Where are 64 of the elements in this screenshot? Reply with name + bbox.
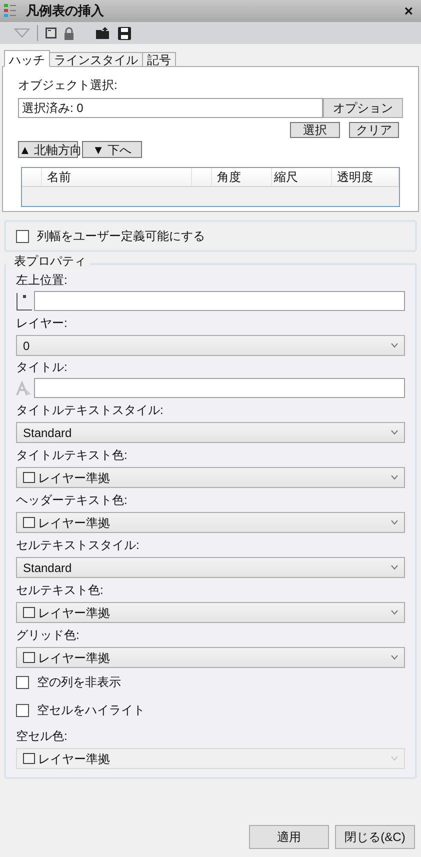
checkbox[interactable]	[16, 230, 29, 242]
checkbox-label: 空の列を非表示	[37, 674, 121, 691]
close-button[interactable]: ×	[400, 4, 417, 18]
dropdown[interactable]: 0	[16, 335, 405, 356]
color-swatch	[23, 753, 35, 764]
chevron-icon	[391, 756, 398, 761]
save-icon[interactable]	[118, 26, 131, 40]
checkbox[interactable]	[16, 704, 29, 716]
field-label: ヘッダーテキスト色:	[16, 492, 128, 509]
field-label: タイトルテキストスタイル:	[16, 402, 164, 419]
lock-icon[interactable]	[64, 26, 74, 40]
app-icon	[4, 3, 16, 19]
selection-count-field: 選択済み: 0	[18, 98, 323, 118]
column-header: 透明度	[332, 168, 399, 186]
field-label: オブジェクト選択:	[18, 77, 118, 94]
checkbox-label: 空セルをハイライト	[37, 702, 145, 719]
action-button[interactable]: 選択	[290, 122, 340, 138]
field-label: セルテキスト色:	[16, 582, 104, 599]
chevron-icon	[391, 565, 398, 570]
tab[interactable]: ラインスタイル	[49, 52, 143, 67]
dropdown[interactable]: レイヤー準拠	[16, 467, 405, 488]
dropdown[interactable]: レイヤー準拠	[16, 647, 405, 668]
footer-button[interactable]: 適用	[249, 824, 329, 848]
dropdown[interactable]: レイヤー準拠	[16, 602, 405, 623]
field-label: セルテキストスタイル:	[16, 537, 140, 554]
chevron-icon	[391, 430, 398, 435]
move-button[interactable]: ▼ 下へ	[82, 141, 142, 158]
dropdown[interactable]: Standard	[16, 422, 405, 443]
checkbox-label: 列幅をユーザー定義可能にする	[37, 228, 205, 245]
field-label: 空セル色:	[16, 728, 68, 745]
field-label: レイヤー:	[16, 315, 68, 332]
chevron-icon	[391, 475, 398, 480]
column-header: 名前	[42, 168, 192, 186]
tab[interactable]: 記号	[142, 52, 176, 67]
chevron-icon	[391, 343, 398, 348]
column-header: 角度	[212, 168, 272, 186]
dropdown[interactable]: Standard	[16, 557, 405, 578]
checkbox[interactable]	[16, 676, 29, 688]
footer-button[interactable]: 閉じる(&C)	[335, 824, 415, 848]
color-swatch	[23, 607, 35, 618]
chevron-icon	[391, 655, 398, 660]
chevron-icon	[391, 520, 398, 525]
tab[interactable]: ハッチ	[4, 50, 50, 67]
window-icon[interactable]	[45, 27, 57, 39]
window-title: 凡例表の挿入	[26, 2, 105, 20]
column-header: 縮尺	[272, 168, 332, 186]
color-swatch	[23, 517, 35, 528]
field-label: タイトル:	[16, 359, 68, 376]
move-button[interactable]: ▲ 北軸方向	[18, 141, 78, 158]
field-label: グリッド色:	[16, 627, 80, 644]
dropdown[interactable]: レイヤー準拠	[16, 512, 405, 533]
option-button[interactable]: オプション	[323, 98, 403, 118]
chevron-icon	[391, 610, 398, 615]
group-title: 表プロパティ	[6, 255, 90, 269]
action-button[interactable]: クリア	[349, 122, 399, 138]
field-label: タイトルテキスト色:	[16, 447, 128, 464]
input-field[interactable]	[34, 378, 405, 398]
color-swatch	[23, 652, 35, 663]
input-field[interactable]	[34, 291, 405, 311]
text-style-icon	[16, 380, 32, 396]
color-swatch	[23, 472, 35, 483]
field-label: 左上位置:	[16, 272, 68, 289]
folder-icon[interactable]	[96, 27, 111, 39]
corner-point-icon	[16, 291, 32, 311]
